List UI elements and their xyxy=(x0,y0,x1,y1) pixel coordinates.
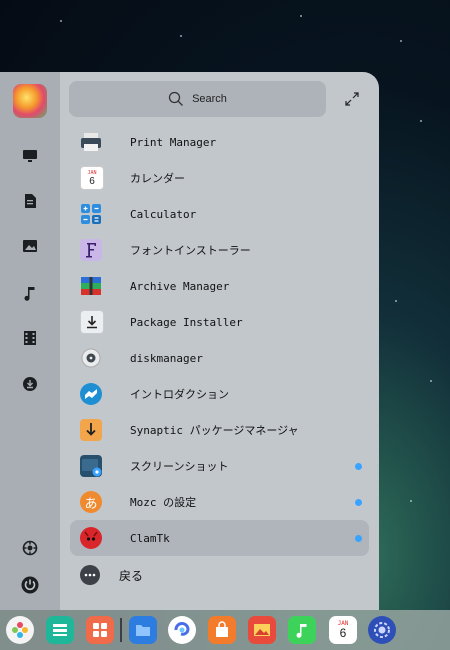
list-item[interactable]: Synaptic パッケージマネージャ xyxy=(70,412,369,448)
power-button[interactable] xyxy=(18,573,42,597)
folder-icon[interactable] xyxy=(129,616,157,644)
app-label: イントロダクション xyxy=(130,388,229,401)
calculator-icon xyxy=(80,203,102,225)
app-list: Print Manager JAN 6 カレンダー Calculator フォン… xyxy=(70,124,369,556)
app-label: Calculator xyxy=(130,207,197,221)
printer-icon xyxy=(80,131,102,153)
app-label: フォントインストーラー xyxy=(130,244,251,257)
search-bar[interactable]: Search xyxy=(69,81,326,117)
new-app-indicator xyxy=(355,534,362,542)
app-label: Archive Manager xyxy=(130,279,230,293)
back-label: 戻る xyxy=(119,568,144,583)
app-label: スクリーンショット xyxy=(130,460,229,473)
calendar-icon: JAN 6 xyxy=(80,166,104,190)
search-placeholder: Search xyxy=(192,93,227,105)
dock-calendar-day: 6 xyxy=(339,626,347,640)
control-center-icon[interactable] xyxy=(368,616,396,644)
settings-button[interactable] xyxy=(18,536,42,560)
list-item[interactable]: diskmanager xyxy=(70,340,369,376)
introduction-icon xyxy=(80,383,102,405)
archive-icon xyxy=(80,275,102,297)
computer-button[interactable] xyxy=(18,144,42,168)
settings-icon xyxy=(22,540,38,556)
search-icon xyxy=(168,91,184,106)
monitor-icon xyxy=(23,150,37,162)
screenshot-icon xyxy=(80,455,102,477)
synaptic-icon xyxy=(80,419,102,441)
app-store-icon[interactable] xyxy=(208,616,236,644)
new-app-indicator xyxy=(355,498,362,506)
avatar[interactable] xyxy=(13,84,47,118)
font-icon xyxy=(80,239,102,261)
list-item[interactable]: Print Manager xyxy=(70,124,369,160)
browser-icon[interactable] xyxy=(168,616,196,644)
list-item[interactable]: イントロダクション xyxy=(70,376,369,412)
app-label: Synaptic パッケージマネージャ xyxy=(130,424,299,437)
calendar-icon[interactable]: JAN 6 xyxy=(329,616,357,644)
star xyxy=(420,120,422,122)
star xyxy=(400,40,402,42)
videos-button[interactable] xyxy=(18,326,42,350)
film-icon xyxy=(24,331,36,345)
star xyxy=(410,500,412,502)
music-icon xyxy=(24,287,35,301)
dock-separator xyxy=(120,618,122,642)
new-app-indicator xyxy=(355,462,362,470)
launcher-main: Search Print Manager JAN 6 カレンダー Calcula… xyxy=(60,72,379,610)
launcher-icon[interactable] xyxy=(6,616,34,644)
disk-icon xyxy=(80,347,102,369)
app-label: Package Installer xyxy=(130,315,243,329)
list-item[interactable]: あ Mozc の設定 xyxy=(70,484,369,520)
download-icon xyxy=(23,377,37,391)
list-item[interactable]: フォントインストーラー xyxy=(70,232,369,268)
launcher-panel: Search Print Manager JAN 6 カレンダー Calcula… xyxy=(0,72,379,610)
list-item[interactable]: スクリーンショット xyxy=(70,448,369,484)
desktop-icon[interactable] xyxy=(86,616,114,644)
dock: JAN 6 xyxy=(0,610,450,650)
app-label: ClamTk xyxy=(130,531,170,545)
power-icon xyxy=(21,576,39,594)
music-player-icon[interactable] xyxy=(288,616,316,644)
expand-icon xyxy=(345,92,359,106)
image-icon xyxy=(23,240,37,252)
downloads-button[interactable] xyxy=(18,372,42,396)
star xyxy=(395,300,397,302)
star xyxy=(60,20,62,22)
documents-button[interactable] xyxy=(18,189,42,213)
pictures-button[interactable] xyxy=(18,234,42,258)
document-icon xyxy=(25,194,36,208)
list-item[interactable]: JAN 6 カレンダー xyxy=(70,160,369,196)
list-item[interactable]: Package Installer xyxy=(70,304,369,340)
clamtk-icon xyxy=(80,527,102,549)
list-item[interactable]: Archive Manager xyxy=(70,268,369,304)
star xyxy=(430,380,432,382)
app-label: diskmanager xyxy=(130,351,203,365)
multitask-icon[interactable] xyxy=(46,616,74,644)
list-item[interactable]: ClamTk xyxy=(70,520,369,556)
list-item[interactable]: Calculator xyxy=(70,196,369,232)
back-button[interactable]: 戻る xyxy=(70,560,369,590)
star xyxy=(300,15,302,17)
music-button[interactable] xyxy=(18,281,42,305)
star xyxy=(180,35,182,37)
calendar-day: 6 xyxy=(89,175,95,187)
app-label: Mozc の設定 xyxy=(130,496,197,509)
fullscreen-button[interactable] xyxy=(344,91,360,107)
app-label: Print Manager xyxy=(130,135,217,149)
mozc-icon: あ xyxy=(80,491,102,513)
package-icon xyxy=(80,310,104,334)
photo-icon[interactable] xyxy=(248,616,276,644)
app-label: カレンダー xyxy=(130,172,185,185)
more-icon xyxy=(80,565,100,585)
mozc-glyph: あ xyxy=(84,496,98,512)
launcher-sidebar xyxy=(0,72,60,610)
